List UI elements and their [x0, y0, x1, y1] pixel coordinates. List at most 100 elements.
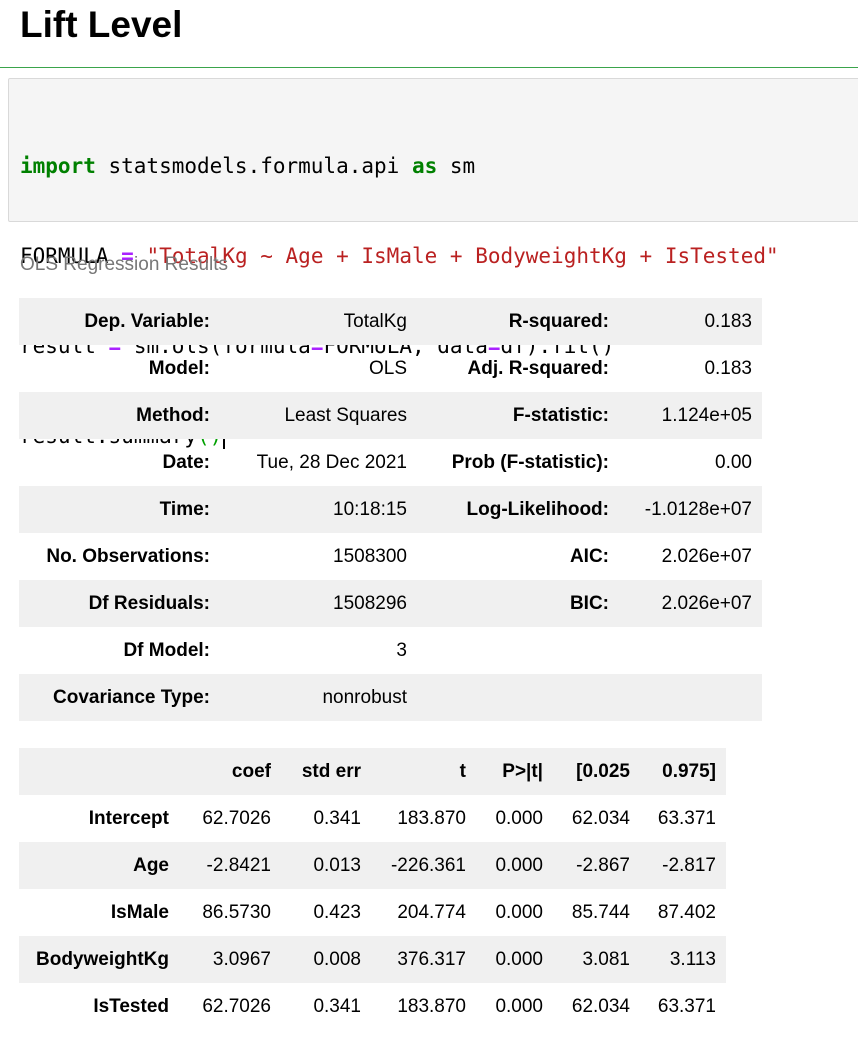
summary-label: Adj. R-squared: — [467, 357, 609, 379]
summary-label: Method: — [19, 392, 224, 439]
summary-row: Date: Tue, 28 Dec 2021 Prob (F-statistic):… — [19, 439, 762, 486]
table-cell: 3.113 — [638, 936, 726, 983]
table-cell: -226.361 — [369, 842, 476, 889]
row-label: IsMale — [110, 901, 169, 923]
summary-label: Covariance Type: — [19, 674, 224, 721]
column-header: std err — [281, 748, 369, 795]
table-cell: 0.000 — [495, 901, 543, 923]
coef-header-row: coef std err t P>|t| [0.025 0.975] — [19, 748, 726, 795]
table-cell: 63.371 — [657, 995, 716, 1017]
summary-value: 1508296 — [224, 580, 419, 627]
coef-row: Intercept 62.7026 0.341 183.870 0.000 62.034 6… — [19, 795, 726, 842]
summary-label: Dep. Variable: — [19, 298, 224, 345]
output-caption: OLS Regression Results — [20, 254, 229, 275]
table-cell: 85.744 — [571, 901, 630, 923]
summary-value: 0.00 — [715, 451, 752, 473]
summary-value: -1.0128e+07 — [619, 486, 762, 533]
summary-label — [419, 627, 619, 674]
table-cell: 204.774 — [397, 901, 466, 923]
summary-value: nonrobust — [224, 674, 419, 721]
table-cell: 3.081 — [551, 936, 638, 983]
summary-value — [619, 674, 762, 721]
column-header — [19, 748, 189, 795]
summary-value: 1.124e+05 — [619, 392, 762, 439]
summary-label: Log-Likelihood: — [419, 486, 619, 533]
summary-label: Date: — [162, 451, 210, 473]
table-cell: 183.870 — [397, 807, 466, 829]
summary-label: Df Model: — [123, 639, 210, 661]
coef-row: Age -2.8421 0.013 -226.361 0.000 -2.867 -2.817 — [19, 842, 726, 889]
row-label: BodyweightKg — [19, 936, 189, 983]
coefficient-table: coef std err t P>|t| [0.025 0.975] Intercept 6… — [19, 748, 726, 1030]
column-header: coef — [189, 748, 281, 795]
summary-row: Df Residuals: 1508296 BIC: 2.026e+07 — [19, 580, 762, 627]
coef-row: IsMale 86.5730 0.423 204.774 0.000 85.744 87.4… — [19, 889, 726, 936]
table-cell: 0.423 — [313, 901, 361, 923]
table-cell: 376.317 — [369, 936, 476, 983]
coef-row: IsTested 62.7026 0.341 183.870 0.000 62.034 63… — [19, 983, 726, 1030]
summary-row: Method: Least Squares F-statistic: 1.124e+0… — [19, 392, 762, 439]
summary-row: Time: 10:18:15 Log-Likelihood: -1.0128e+07 — [19, 486, 762, 533]
table-cell: 0.341 — [313, 807, 361, 829]
table-cell: 0.000 — [476, 936, 551, 983]
summary-value — [619, 627, 762, 674]
summary-value: TotalKg — [224, 298, 419, 345]
summary-value: 0.183 — [619, 298, 762, 345]
summary-row: Model: OLS Adj. R-squared: 0.183 — [19, 345, 762, 392]
summary-label: BIC: — [419, 580, 619, 627]
table-cell: 0.008 — [281, 936, 369, 983]
heading-divider — [0, 67, 858, 68]
table-cell: -2.8421 — [189, 842, 281, 889]
column-header: t — [369, 748, 476, 795]
section-heading: Lift Level — [20, 4, 183, 45]
table-cell: 86.5730 — [202, 901, 271, 923]
summary-row: Dep. Variable: TotalKg R-squared: 0.183 — [19, 298, 762, 345]
column-header: 0.975] — [638, 748, 726, 795]
summary-label: Time: — [19, 486, 224, 533]
table-cell: 63.371 — [657, 807, 716, 829]
code-line-1: import statsmodels.formula.api as sm — [20, 154, 476, 178]
table-cell: -2.867 — [551, 842, 638, 889]
summary-label: No. Observations: — [46, 545, 210, 567]
table-cell: 0.341 — [313, 995, 361, 1017]
summary-value: OLS — [368, 357, 407, 379]
summary-value: 3 — [396, 639, 407, 661]
summary-row: Covariance Type: nonrobust — [19, 674, 762, 721]
row-label: Age — [19, 842, 189, 889]
summary-row: No. Observations: 1508300 AIC: 2.026e+07 — [19, 533, 762, 580]
table-cell: 0.000 — [495, 995, 543, 1017]
summary-value: 2.026e+07 — [661, 545, 752, 567]
code-cell-editor[interactable]: import statsmodels.formula.api as sm FOR… — [8, 78, 858, 449]
summary-value: 10:18:15 — [224, 486, 419, 533]
summary-row: Df Model: 3 — [19, 627, 762, 674]
table-cell: 183.870 — [397, 995, 466, 1017]
summary-value: 1508300 — [333, 545, 407, 567]
summary-label: Prob (F-statistic): — [451, 451, 609, 473]
summary-label: R-squared: — [419, 298, 619, 345]
summary-label: F-statistic: — [419, 392, 619, 439]
summary-value: 2.026e+07 — [619, 580, 762, 627]
table-cell: -2.817 — [638, 842, 726, 889]
summary-label: Model: — [148, 357, 210, 379]
row-label: IsTested — [93, 995, 169, 1017]
column-header: [0.025 — [551, 748, 638, 795]
summary-label — [419, 674, 619, 721]
table-cell: 0.000 — [476, 842, 551, 889]
summary-label: AIC: — [569, 545, 609, 567]
table-cell: 0.013 — [281, 842, 369, 889]
table-cell: 62.7026 — [202, 807, 271, 829]
table-cell: 3.0967 — [189, 936, 281, 983]
row-label: Intercept — [88, 807, 169, 829]
summary-value: Tue, 28 Dec 2021 — [256, 451, 407, 473]
table-cell: 87.402 — [657, 901, 716, 923]
column-header: P>|t| — [476, 748, 551, 795]
table-cell: 62.7026 — [202, 995, 271, 1017]
summary-value: 0.183 — [704, 357, 752, 379]
coef-row: BodyweightKg 3.0967 0.008 376.317 0.000 3.081… — [19, 936, 726, 983]
table-cell: 62.034 — [571, 995, 630, 1017]
table-cell: 62.034 — [571, 807, 630, 829]
summary-table: Dep. Variable: TotalKg R-squared: 0.183 Mode… — [19, 298, 762, 721]
summary-value: Least Squares — [224, 392, 419, 439]
summary-label: Df Residuals: — [19, 580, 224, 627]
table-cell: 0.000 — [495, 807, 543, 829]
